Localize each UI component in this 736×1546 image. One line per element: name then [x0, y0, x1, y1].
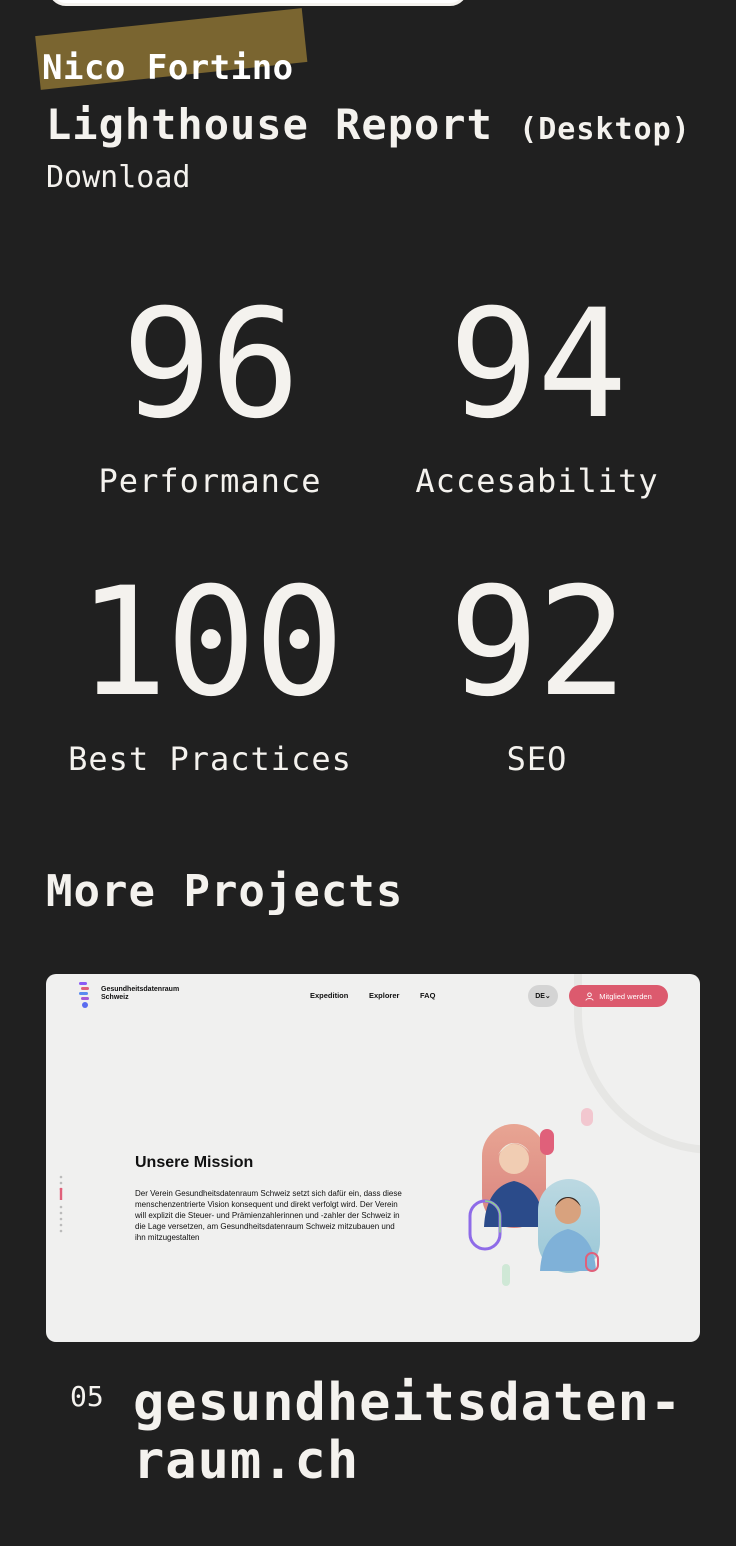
preview-logo-text: Gesundheitsdatenraum Schweiz	[101, 986, 180, 1001]
report-title-text: Lighthouse Report	[46, 100, 493, 149]
user-icon	[585, 991, 594, 1001]
preview-cta-button: Mitglied werden	[569, 985, 668, 1007]
report-subtitle: (Desktop)	[519, 112, 691, 147]
score-value: 100	[77, 556, 345, 730]
score-value: 92	[448, 556, 628, 730]
score-label: SEO	[506, 740, 568, 778]
top-pill-decoration	[48, 0, 468, 6]
brand-name: Nico Fortino	[42, 48, 294, 88]
gesundheitsdatenraum-logo-icon	[79, 982, 89, 1008]
download-link[interactable]: Download	[46, 160, 191, 195]
project-title-line: gesundheitsdaten-	[133, 1373, 683, 1433]
project-number: 05	[70, 1380, 104, 1413]
preview-heading: Unsere Mission	[135, 1154, 254, 1171]
score-seo: 92 SEO	[372, 568, 702, 778]
score-label: Best Practices	[68, 740, 352, 778]
preview-nav-item: Explorer	[369, 991, 400, 1000]
score-value: 94	[448, 278, 628, 452]
report-title: Lighthouse Report (Desktop)	[46, 100, 691, 149]
score-label: Performance	[98, 462, 322, 500]
preview-language-switch: DE ⌄	[528, 985, 558, 1007]
preview-body-text: Der Verein Gesundheitsdatenraum Schweiz …	[135, 1189, 402, 1242]
more-projects-heading: More Projects	[46, 866, 404, 917]
preview-nav-item: FAQ	[420, 991, 436, 1000]
preview-people-illustration	[468, 1124, 600, 1286]
score-label: Accesability	[415, 462, 659, 500]
preview-scroll-indicator	[59, 1175, 63, 1233]
project-title-line: raum.ch	[133, 1431, 360, 1491]
score-accessibility: 94 Accesability	[372, 290, 702, 500]
score-best-practices: 100 Best Practices	[45, 568, 375, 778]
preview-nav-item: Expedition	[310, 991, 349, 1000]
score-performance: 96 Performance	[45, 290, 375, 500]
project-title-link[interactable]: gesundheitsdaten- raum.ch	[133, 1374, 693, 1490]
project-preview-image[interactable]: Gesundheitsdatenraum Schweiz Expedition …	[46, 974, 700, 1342]
score-value: 96	[121, 278, 301, 452]
